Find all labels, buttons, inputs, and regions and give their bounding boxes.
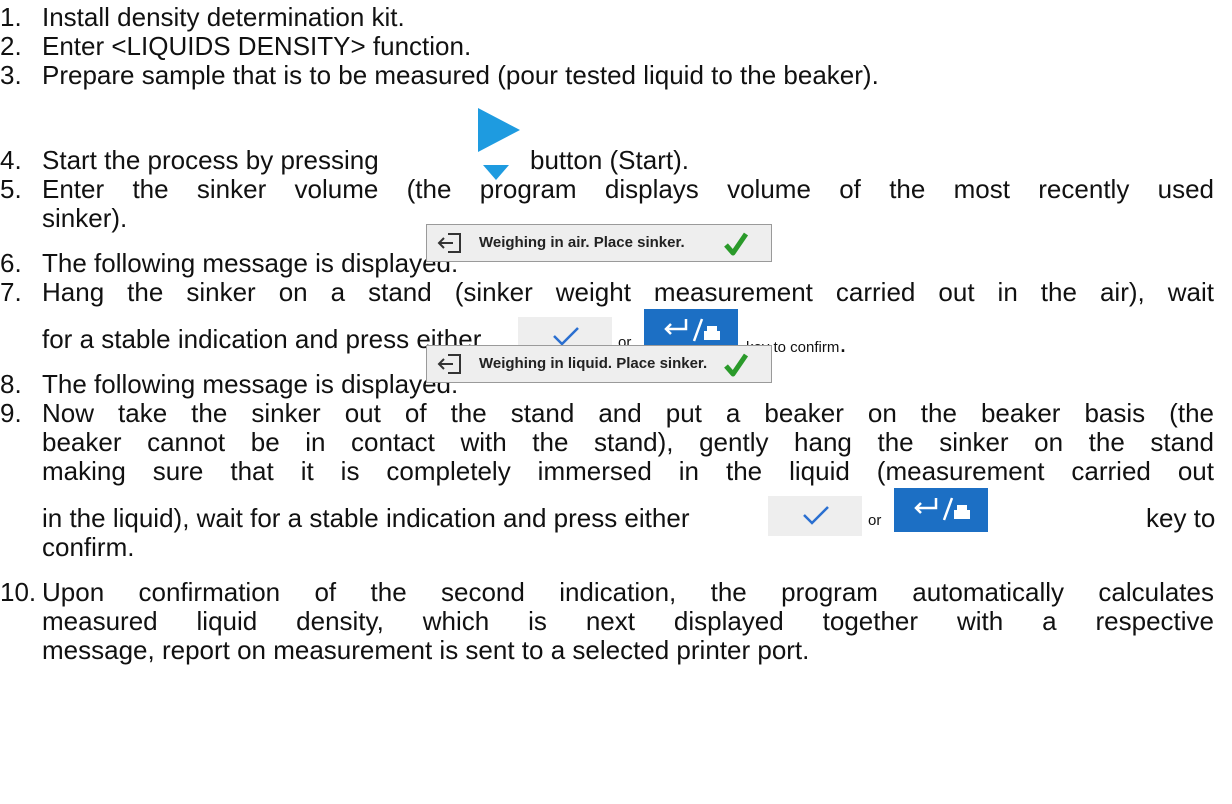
enter-print-key-icon <box>914 497 970 521</box>
step-number: 9. <box>0 398 22 428</box>
exit-icon[interactable] <box>437 232 463 254</box>
key-to-label: key to <box>1146 503 1216 533</box>
step-number: 3. <box>0 60 22 90</box>
check-key-icon <box>553 327 579 346</box>
step-number: 10. <box>0 577 37 607</box>
enter-print-key-icon <box>664 318 720 342</box>
enter-print-key[interactable] <box>894 488 988 532</box>
step-text-line: message, report on measurement is sent t… <box>42 635 810 665</box>
step-text-line: sinker). <box>42 203 128 233</box>
period: . <box>839 328 847 358</box>
confirm-check-key[interactable] <box>768 496 862 536</box>
step-number: 7. <box>0 277 22 307</box>
step-text: Prepare sample that is to be measured (p… <box>42 60 879 90</box>
message-box-liquid: Weighing in liquid. Place sinker. <box>426 345 772 383</box>
exit-icon[interactable] <box>437 353 463 375</box>
step-text-line: Enter the sinker volume (the program dis… <box>42 174 1214 204</box>
or-label: or <box>868 512 882 529</box>
step-text-line: in the liquid), wait for a stable indica… <box>42 503 690 533</box>
message-box-air: Weighing in air. Place sinker. <box>426 224 772 262</box>
message-text: Weighing in liquid. Place sinker. <box>479 355 708 372</box>
step-text-line: Hang the sinker on a stand (sinker weigh… <box>42 277 1214 307</box>
step-text-line: for a stable indication and press either <box>42 324 482 354</box>
checkmark-icon[interactable] <box>723 231 749 257</box>
step-text-line: confirm. <box>42 532 135 562</box>
check-key-icon <box>803 506 829 525</box>
step-number: 5. <box>0 174 22 204</box>
message-text: Weighing in air. Place sinker. <box>479 234 685 251</box>
step-text-line: making sure that it is completely immers… <box>42 456 1214 486</box>
checkmark-icon[interactable] <box>723 352 749 378</box>
